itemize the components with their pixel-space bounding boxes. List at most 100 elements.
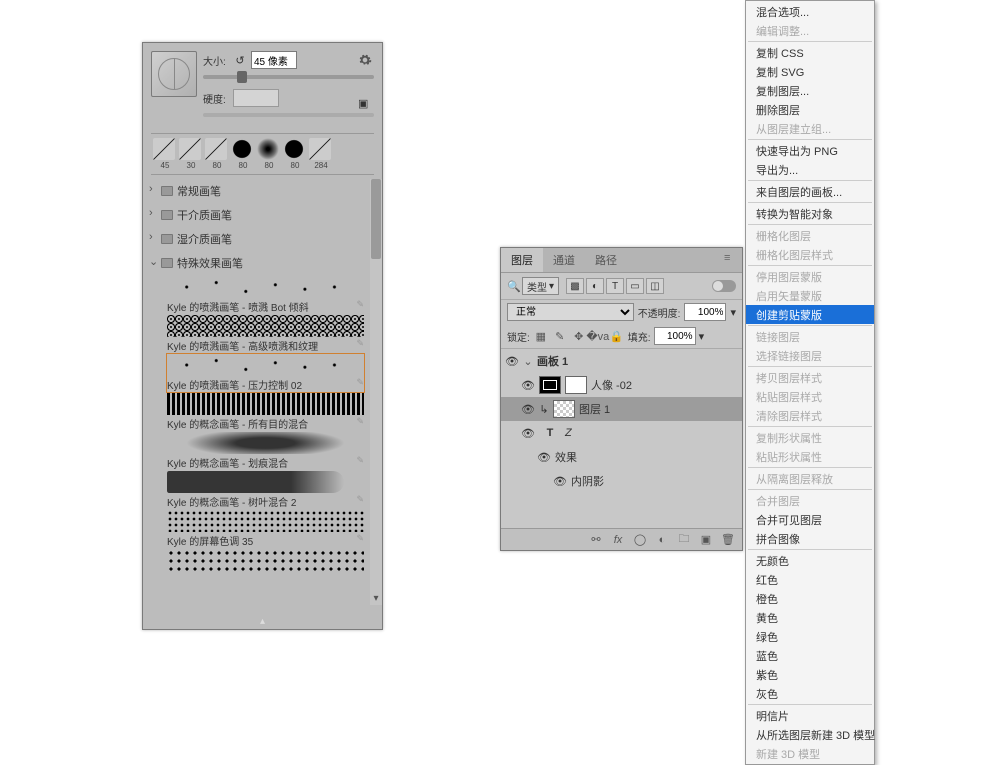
filter-shape-icon[interactable]: ▭ [626, 278, 644, 294]
preset-item[interactable]: 80 [257, 138, 281, 170]
folder-normal-brushes[interactable]: 常规画笔 [143, 179, 368, 203]
tab-channels[interactable]: 通道 [543, 248, 585, 272]
layer-artboard[interactable]: 👁 ⌄ 画板 1 [501, 349, 742, 373]
menu-item[interactable]: 复制 CSS [746, 43, 874, 62]
preset-item[interactable]: 80 [205, 138, 229, 170]
filter-type-icon[interactable]: T [606, 278, 624, 294]
chevron-down-icon[interactable]: ▾ [730, 306, 736, 319]
group-icon[interactable]: 🗀 [676, 532, 692, 548]
brush-item[interactable]: Kyle 的屏幕色调 35✎ [167, 510, 364, 548]
folder-dry-brushes[interactable]: 干介质画笔 [143, 203, 368, 227]
disclosure-icon[interactable]: ⌄ [523, 355, 533, 368]
size-input[interactable] [251, 51, 297, 69]
create-preset-icon[interactable]: ▣ [358, 97, 372, 111]
preset-item[interactable]: 45 [153, 138, 177, 170]
lock-paint-icon[interactable]: ✎ [552, 329, 568, 343]
menu-item[interactable]: 快速导出为 PNG [746, 141, 874, 160]
preset-item[interactable]: 284 [309, 138, 333, 170]
lock-all-icon[interactable]: 🔒 [609, 329, 625, 343]
reset-size-icon[interactable]: ↺ [233, 53, 247, 67]
layer-row-selected[interactable]: 👁 ↳ 图层 1 [501, 397, 742, 421]
folder-wet-brushes[interactable]: 湿介质画笔 [143, 227, 368, 251]
brush-item-selected[interactable]: Kyle 的喷溅画笔 - 压力控制 02✎ [167, 354, 364, 392]
layer-fx-item[interactable]: 👁 内阴影 [501, 469, 742, 493]
folder-fx-brushes[interactable]: 特殊效果画笔 [143, 251, 368, 275]
gear-icon[interactable] [358, 53, 372, 67]
filter-pixel-icon[interactable]: ▩ [566, 278, 584, 294]
scroll-down-icon[interactable]: ▾ [370, 593, 382, 605]
edit-icon[interactable]: ✎ [356, 533, 364, 548]
edit-icon[interactable]: ✎ [356, 377, 364, 392]
scrollbar-thumb[interactable] [371, 179, 381, 259]
hardness-slider[interactable] [203, 113, 374, 117]
lock-artboard-icon[interactable]: �va [590, 329, 606, 343]
layer-fx-row[interactable]: 👁 效果 [501, 445, 742, 469]
visibility-icon[interactable]: 👁 [505, 354, 519, 368]
link-icon[interactable]: ⚯ [588, 532, 604, 548]
brush-item[interactable]: Kyle 的概念画笔 - 所有目的混合✎ [167, 393, 364, 431]
visibility-icon[interactable]: 👁 [521, 402, 535, 416]
visibility-icon[interactable]: 👁 [521, 378, 535, 392]
brush-item[interactable]: Kyle 的喷溅画笔 - 高级喷溅和纹理✎ [167, 315, 364, 353]
menu-item[interactable]: 明信片 [746, 706, 874, 725]
edit-icon[interactable]: ✎ [356, 299, 364, 314]
chevron-down-icon[interactable]: ▾ [699, 330, 705, 343]
resize-handle-icon[interactable]: ▴ [260, 616, 265, 627]
menu-item[interactable]: 紫色 [746, 665, 874, 684]
menu-item[interactable]: 绿色 [746, 627, 874, 646]
filter-adjust-icon[interactable]: ◐ [586, 278, 604, 294]
brush-item[interactable]: Kyle 的概念画笔 - 树叶混合 2✎ [167, 471, 364, 509]
menu-item[interactable]: 转换为智能对象 [746, 204, 874, 223]
trash-icon[interactable]: 🗑 [720, 532, 736, 548]
brush-item[interactable] [167, 549, 364, 571]
visibility-icon[interactable]: 👁 [521, 426, 535, 440]
layer-thumbnail[interactable] [539, 376, 561, 394]
menu-item[interactable]: 红色 [746, 570, 874, 589]
menu-item[interactable]: 复制图层... [746, 81, 874, 100]
tab-layers[interactable]: 图层 [501, 248, 543, 272]
menu-item[interactable]: 来自图层的画板... [746, 182, 874, 201]
layer-text-row[interactable]: 👁 T Z [501, 421, 742, 445]
menu-item[interactable]: 混合选项... [746, 2, 874, 21]
menu-item[interactable]: 黄色 [746, 608, 874, 627]
preset-item[interactable]: 80 [231, 138, 255, 170]
opacity-input[interactable] [684, 303, 726, 321]
menu-item[interactable]: 删除图层 [746, 100, 874, 119]
adjustment-icon[interactable]: ◐ [654, 532, 670, 548]
edit-icon[interactable]: ✎ [356, 455, 364, 470]
brush-angle-preview[interactable] [151, 51, 197, 97]
menu-item[interactable]: 无颜色 [746, 551, 874, 570]
menu-item[interactable]: 复制 SVG [746, 62, 874, 81]
blend-mode-select[interactable]: 正常 [507, 303, 634, 321]
mask-icon[interactable]: ◯ [632, 532, 648, 548]
search-icon[interactable]: 🔍 [507, 280, 519, 292]
lock-move-icon[interactable]: ✥ [571, 329, 587, 343]
brush-item[interactable]: Kyle 的喷溅画笔 - 喷溅 Bot 倾斜✎ [167, 276, 364, 314]
menu-item[interactable]: 蓝色 [746, 646, 874, 665]
menu-item[interactable]: 创建剪贴蒙版 [746, 305, 874, 324]
fill-input[interactable] [654, 327, 696, 345]
menu-item[interactable]: 灰色 [746, 684, 874, 703]
menu-item[interactable]: 从所选图层新建 3D 模型 [746, 725, 874, 744]
edit-icon[interactable]: ✎ [356, 338, 364, 353]
panel-menu-icon[interactable]: ≡ [724, 252, 738, 266]
new-layer-icon[interactable]: ▣ [698, 532, 714, 548]
filter-kind-select[interactable]: 类型 ▾ [522, 277, 559, 295]
visibility-icon[interactable]: 👁 [537, 450, 551, 464]
preset-item[interactable]: 80 [283, 138, 307, 170]
visibility-icon[interactable]: 👁 [553, 474, 567, 488]
lock-trans-icon[interactable]: ▦ [533, 329, 549, 343]
layer-thumbnail[interactable] [553, 400, 575, 418]
menu-item[interactable]: 合并可见图层 [746, 510, 874, 529]
brush-item[interactable]: Kyle 的概念画笔 - 划痕混合✎ [167, 432, 364, 470]
edit-icon[interactable]: ✎ [356, 494, 364, 509]
fx-icon[interactable]: fx [610, 532, 626, 548]
menu-item[interactable]: 导出为... [746, 160, 874, 179]
edit-icon[interactable]: ✎ [356, 416, 364, 431]
preset-item[interactable]: 30 [179, 138, 203, 170]
hardness-input[interactable] [233, 89, 279, 107]
menu-item[interactable]: 橙色 [746, 589, 874, 608]
layer-row[interactable]: 👁 人像 -02 [501, 373, 742, 397]
scrollbar[interactable]: ▾ [370, 179, 382, 605]
layer-mask-thumbnail[interactable] [565, 376, 587, 394]
